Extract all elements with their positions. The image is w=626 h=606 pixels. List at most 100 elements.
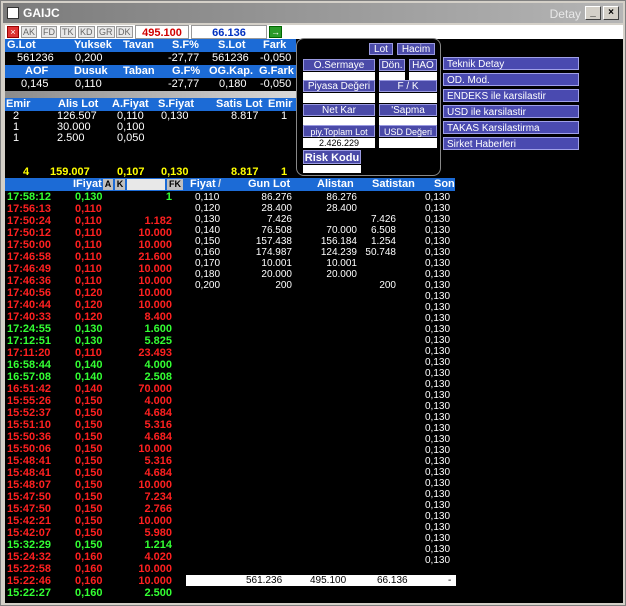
summary-header-1: G.Lot Yuksek Tavan S.F% S.Lot Fark xyxy=(5,39,296,52)
arrow-right-icon[interactable]: → xyxy=(269,26,282,38)
trade-time: 17:40:56 xyxy=(7,287,52,299)
toolbar-btn-gr[interactable]: GR xyxy=(97,26,115,38)
toolbar-btn-kd[interactable]: KD xyxy=(78,26,95,38)
son-value: 0,130 xyxy=(425,280,451,291)
trade-lot: 2.766 xyxy=(144,503,172,515)
hdr-aof: AOF xyxy=(25,65,49,77)
trade-time: 17:56:13 xyxy=(7,203,52,215)
son-value: 0,130 xyxy=(425,247,451,258)
trade-lot: 8.400 xyxy=(144,311,172,323)
trade-price: 0,150 xyxy=(75,503,103,515)
trade-lot: 10.000 xyxy=(138,575,172,587)
minimize-button[interactable]: _ xyxy=(585,6,601,20)
osermaye-button[interactable]: O.Sermaye xyxy=(303,59,375,71)
trade-lot: 10.000 xyxy=(138,239,172,251)
sort-indicator-icon[interactable]: / xyxy=(218,178,221,191)
trade-time: 17:40:44 xyxy=(7,299,52,311)
right-button-3[interactable]: USD ile karsilastir xyxy=(443,105,579,118)
val-dusuk: 0,110 xyxy=(75,78,102,90)
info-panel: Lot Hacim O.Sermaye Dön. HAO Piyasa Değe… xyxy=(296,38,441,176)
trade-row: 17:50:00 0,110 10.000 xyxy=(5,240,186,251)
sapma-button[interactable]: 'Sapma xyxy=(379,104,437,116)
netkar-button[interactable]: Net Kar xyxy=(303,104,375,116)
dist-alistan: 124.239 xyxy=(320,247,357,258)
trade-price: 0,110 xyxy=(75,275,102,287)
trade-time: 15:42:07 xyxy=(7,527,52,539)
don-button[interactable]: Dön. xyxy=(379,59,405,71)
toolbar-btn-tk[interactable]: TK xyxy=(60,26,76,38)
hao-button[interactable]: HAO xyxy=(409,59,437,71)
trade-lot: 1 xyxy=(165,191,172,203)
title-bar[interactable]: GAIJC Detay _ × xyxy=(3,3,623,23)
son-value: 0,130 xyxy=(425,269,451,280)
right-button-5[interactable]: Sirket Haberleri xyxy=(443,137,579,150)
fk-button[interactable]: F / K xyxy=(379,80,437,92)
val-gf: -27,77 xyxy=(168,78,200,90)
trade-row: 17:11:20 0,110 23.493 xyxy=(5,348,186,359)
dist-gunlot: 20.000 xyxy=(261,269,292,280)
depth-cell: 8.817 xyxy=(231,110,259,122)
lot-button[interactable]: Lot xyxy=(369,43,393,55)
trade-price: 0,140 xyxy=(75,383,103,395)
trade-row: 17:40:56 0,120 10.000 xyxy=(5,288,186,299)
trade-lot: 4.684 xyxy=(144,467,172,479)
son-value: 0,130 xyxy=(425,302,451,313)
trade-row: 15:48:41 0,150 4.684 xyxy=(5,468,186,479)
son-value: 0,130 xyxy=(425,401,451,412)
dist-alistan: 156.184 xyxy=(320,236,357,247)
toolbar-btn-ak[interactable]: AK xyxy=(21,26,38,38)
hdr-trade-fk[interactable]: FK xyxy=(167,179,183,190)
trade-price: 0,110 xyxy=(75,239,102,251)
trade-row: 15:55:26 0,150 4.000 xyxy=(5,396,186,407)
trade-row: 15:47:50 0,150 7.234 xyxy=(5,492,186,503)
usd-button[interactable]: USD Değeri xyxy=(379,125,437,137)
right-button-2[interactable]: ENDEKS ile karsilastir xyxy=(443,89,579,102)
piyasa-button[interactable]: Piyasa Değeri xyxy=(303,80,375,92)
trade-time: 15:55:26 xyxy=(7,395,52,407)
trade-filter-field[interactable] xyxy=(127,179,165,190)
trade-time: 17:58:12 xyxy=(7,191,52,203)
toolbar-btn-dk[interactable]: DK xyxy=(116,26,133,38)
trade-row: 17:50:12 0,110 10.000 xyxy=(5,228,186,239)
trade-time: 16:57:08 xyxy=(7,371,52,383)
trade-row: 15:52:37 0,150 4.684 xyxy=(5,408,186,419)
son-value: 0,130 xyxy=(425,324,451,335)
trades-header: IFiyat A K FK xyxy=(5,178,186,191)
hdr-ogkap: OG.Kap. xyxy=(209,65,254,77)
dist-alistan: 28.400 xyxy=(326,203,357,214)
hdr-trade-a[interactable]: A xyxy=(103,179,113,190)
dist-satistan: 50.748 xyxy=(365,247,396,258)
son-value: 0,130 xyxy=(425,500,451,511)
piytoplam-button[interactable]: piy.Toplam Lot xyxy=(303,125,375,137)
right-button-4[interactable]: TAKAS Karsilastirma xyxy=(443,121,579,134)
toolbar-close-icon[interactable]: × xyxy=(7,26,19,38)
right-button-1[interactable]: OD. Mod. xyxy=(443,73,579,86)
usd-value xyxy=(379,138,437,148)
right-button-0[interactable]: Teknik Detay xyxy=(443,57,579,70)
trade-time: 15:47:50 xyxy=(7,491,52,503)
hdr-trade-k[interactable]: K xyxy=(115,179,125,190)
dist-row: 0,130 7.426 7.426 xyxy=(186,214,396,225)
summary-header-2: AOF Dusuk Taban G.F% OG.Kap. G.Fark xyxy=(5,65,296,78)
hdr-fark: Fark xyxy=(263,39,287,51)
trade-row: 17:50:24 0,110 1.182 xyxy=(5,216,186,227)
son-value: 0,130 xyxy=(425,478,451,489)
hacim-button[interactable]: Hacim xyxy=(397,43,435,55)
dist-price: 0,180 xyxy=(195,269,221,280)
app-icon xyxy=(7,7,19,19)
trade-price: 0,120 xyxy=(75,287,103,299)
trade-row: 15:50:06 0,150 10.000 xyxy=(5,444,186,455)
son-value: 0,130 xyxy=(425,379,451,390)
hdr-dist-fiyat: Fiyat xyxy=(190,178,216,190)
trade-price: 0,160 xyxy=(75,551,103,563)
toolbar-btn-fd[interactable]: FD xyxy=(41,26,57,38)
dist-gunlot: 7.426 xyxy=(266,214,292,225)
dist-price: 0,110 xyxy=(195,192,220,203)
depth-cell: 0,130 xyxy=(161,110,189,122)
dist-gunlot: 174.987 xyxy=(255,247,292,258)
risk-kodu-button[interactable]: Risk Kodu xyxy=(303,150,361,164)
summary-values-2: 0,145 0,110 -27,77 0,180 -0,050 xyxy=(5,78,296,91)
dist-gunlot: 10.001 xyxy=(261,258,292,269)
close-window-button[interactable]: × xyxy=(603,6,619,20)
son-value: 0,130 xyxy=(425,346,451,357)
